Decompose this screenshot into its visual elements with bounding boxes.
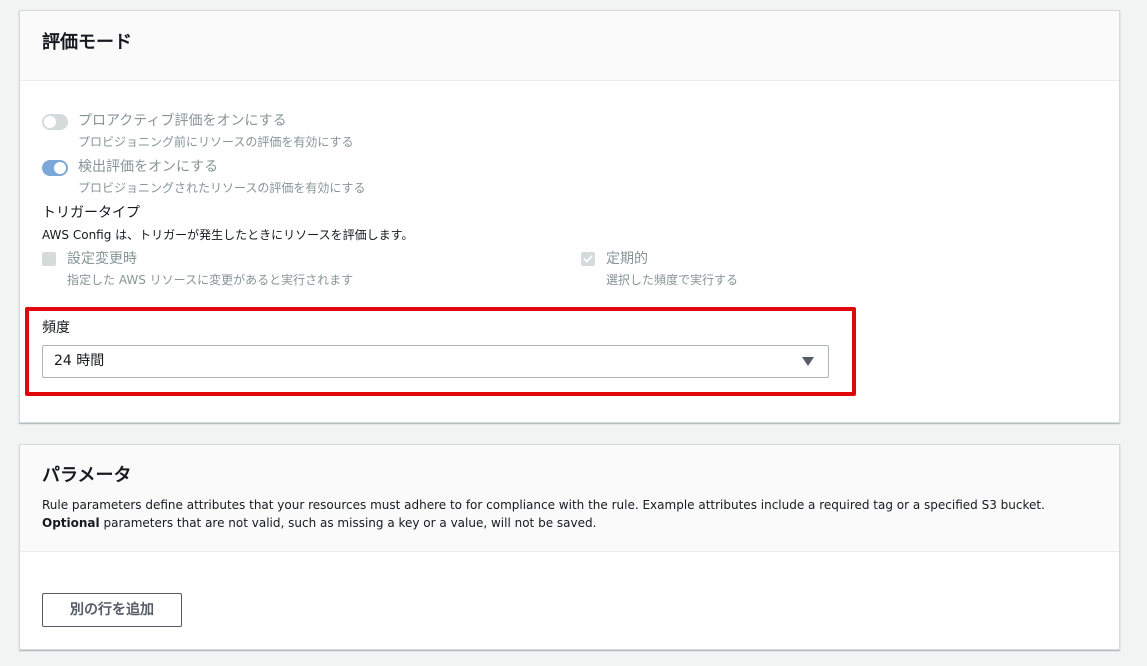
evaluation-mode-title: 評価モード	[42, 32, 132, 53]
periodic-checkbox[interactable]	[581, 252, 595, 266]
detective-evaluation-label: 検出評価をオンにする	[78, 159, 219, 175]
parameters-description-bold: Optional	[42, 516, 100, 530]
trigger-type-description: AWS Config は、トリガーが発生したときにリソースを評価します。	[42, 228, 414, 242]
periodic-label: 定期的	[606, 251, 648, 267]
add-row-button[interactable]: 別の行を追加	[42, 593, 182, 627]
parameters-description: Rule parameters define attributes that y…	[42, 496, 1097, 532]
config-change-checkbox[interactable]	[42, 252, 56, 266]
proactive-evaluation-toggle[interactable]	[42, 114, 68, 130]
config-change-description: 指定した AWS リソースに変更があると実行されます	[67, 273, 354, 287]
frequency-selected-value: 24 時間	[54, 353, 105, 369]
parameters-description-tail: parameters that are not valid, such as m…	[103, 516, 597, 530]
frequency-select[interactable]: 24 時間	[42, 345, 829, 378]
frequency-label: 頻度	[42, 320, 70, 336]
proactive-evaluation-description: プロビジョニング前にリソースの評価を有効にする	[78, 135, 354, 149]
checkmark-icon	[583, 255, 593, 263]
detective-evaluation-toggle[interactable]	[42, 160, 68, 176]
toggle-knob	[44, 116, 56, 128]
caret-down-icon	[802, 357, 814, 366]
parameters-panel: パラメータ Rule parameters define attributes …	[19, 444, 1120, 650]
evaluation-mode-header: 評価モード	[20, 11, 1119, 81]
parameters-header: パラメータ Rule parameters define attributes …	[20, 445, 1119, 552]
parameters-title: パラメータ	[42, 465, 132, 486]
periodic-description: 選択した頻度で実行する	[606, 273, 739, 287]
config-change-label: 設定変更時	[67, 251, 137, 267]
detective-evaluation-description: プロビジョニングされたリソースの評価を有効にする	[78, 181, 366, 195]
proactive-evaluation-label: プロアクティブ評価をオンにする	[78, 113, 287, 129]
toggle-knob	[54, 162, 66, 174]
trigger-type-label: トリガータイプ	[42, 205, 140, 221]
parameters-description-text: Rule parameters define attributes that y…	[42, 498, 1045, 512]
